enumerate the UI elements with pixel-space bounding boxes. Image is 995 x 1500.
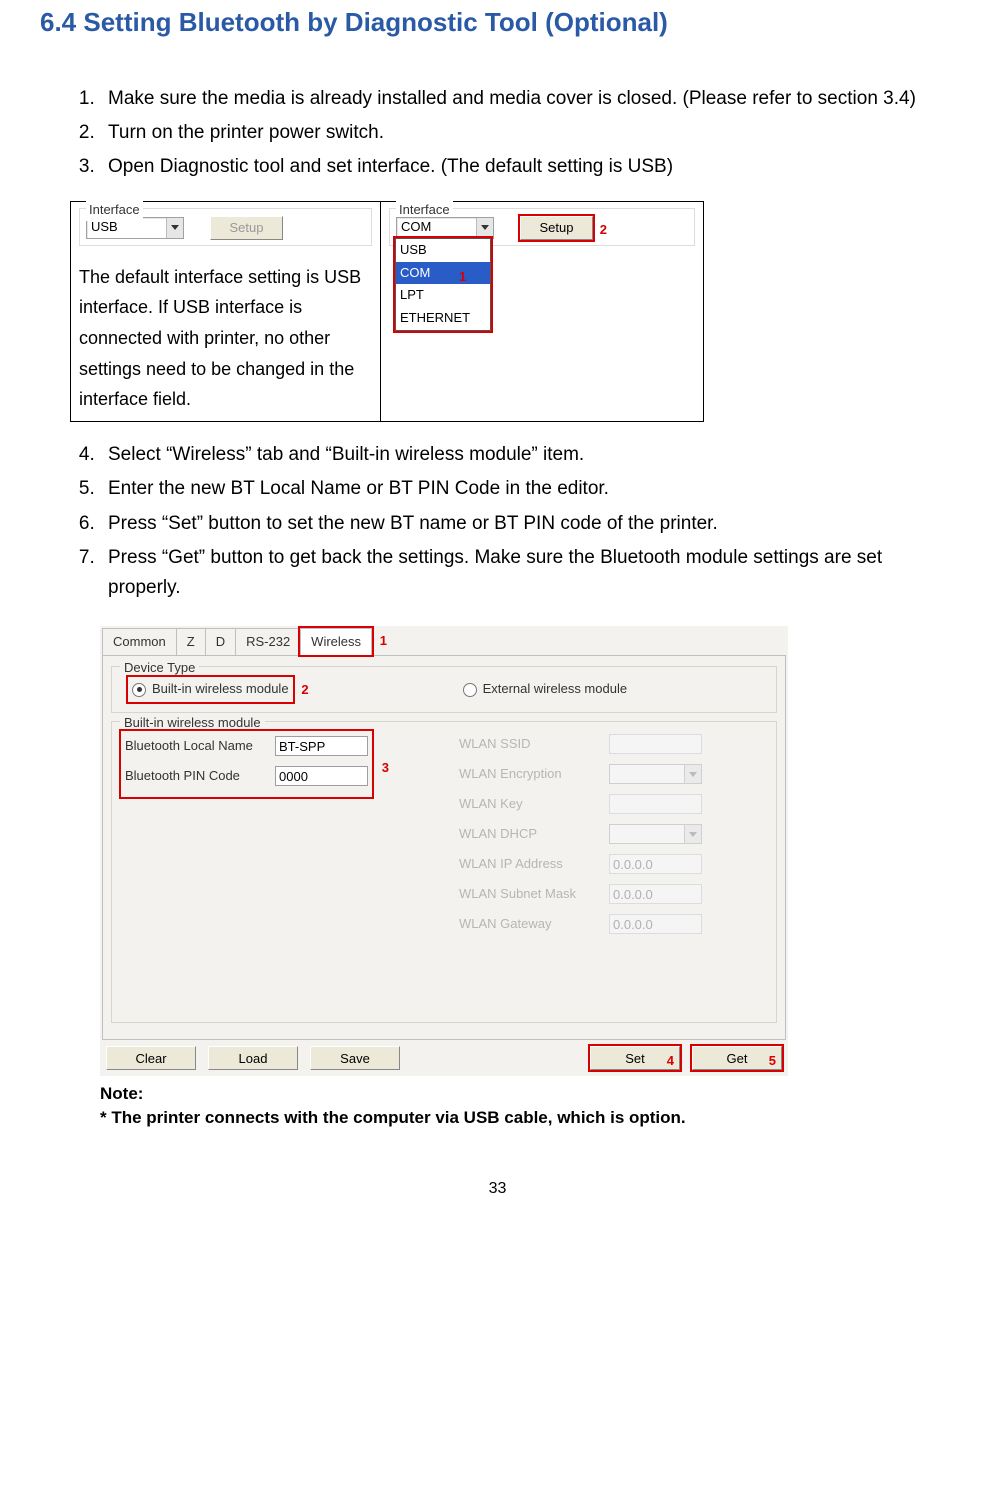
bt-pin-label: Bluetooth PIN Code [125, 766, 275, 787]
interface-com-panel: Interface COM Setup 2 USB COM LPT ETHERN… [381, 202, 703, 421]
chevron-down-icon[interactable] [476, 218, 493, 238]
wlan-gateway-input [609, 914, 702, 934]
setup-button-disabled: Setup [210, 216, 283, 240]
interface-option-com[interactable]: COM [396, 262, 490, 285]
device-type-group: Device Type Built-in wireless module 2 E… [111, 666, 777, 713]
callout-fig2-4: 4 [667, 1051, 674, 1072]
load-button[interactable]: Load [208, 1046, 298, 1070]
chevron-down-icon [684, 825, 701, 843]
chevron-down-icon[interactable] [166, 218, 183, 238]
page-number: 33 [40, 1176, 955, 1202]
callout-fig2-1: 1 [380, 631, 387, 652]
interface-combo-com[interactable]: COM [396, 217, 494, 239]
step-1: Make sure the media is already installed… [100, 84, 955, 114]
wlan-key-label: WLAN Key [459, 794, 609, 815]
wlan-subnet-input [609, 884, 702, 904]
tab-d[interactable]: D [205, 628, 236, 656]
callout-fig2-5: 5 [769, 1051, 776, 1072]
tab-rs232[interactable]: RS-232 [235, 628, 301, 656]
tab-wireless-body: Device Type Built-in wireless module 2 E… [102, 655, 786, 1040]
wlan-ip-label: WLAN IP Address [459, 854, 609, 875]
interface-usb-panel: Interface USB Setup The default interfac… [71, 202, 381, 421]
note-title: Note: [100, 1082, 955, 1106]
wlan-dhcp-label: WLAN DHCP [459, 824, 609, 845]
radio-external[interactable]: External wireless module [463, 677, 628, 702]
radio-builtin-label: Built-in wireless module [152, 679, 289, 700]
tab-wireless[interactable]: Wireless [300, 628, 372, 656]
bt-pin-input[interactable] [275, 766, 368, 786]
wlan-dhcp-combo [609, 824, 702, 844]
step-6: Press “Set” button to set the new BT nam… [100, 509, 955, 539]
interface-option-ethernet[interactable]: ETHERNET [396, 307, 490, 330]
bottom-button-bar: Clear Load Save Set 4 Get 5 [100, 1042, 788, 1076]
step-3: Open Diagnostic tool and set interface. … [100, 152, 955, 182]
step-5: Enter the new BT Local Name or BT PIN Co… [100, 474, 955, 504]
wlan-gateway-label: WLAN Gateway [459, 914, 609, 935]
setup-button[interactable]: Setup [520, 216, 593, 240]
wlan-encryption-label: WLAN Encryption [459, 764, 609, 785]
step-4: Select “Wireless” tab and “Built-in wire… [100, 440, 955, 470]
interface-legend-left: Interface [86, 200, 143, 221]
interface-dropdown[interactable]: USB COM LPT ETHERNET [395, 238, 491, 331]
wlan-ssid-input [609, 734, 702, 754]
wlan-key-input [609, 794, 702, 814]
clear-button[interactable]: Clear [106, 1046, 196, 1070]
wlan-encryption-combo [609, 764, 702, 784]
wlan-subnet-label: WLAN Subnet Mask [459, 884, 609, 905]
radio-builtin[interactable]: Built-in wireless module [128, 677, 293, 702]
step-7: Press “Get” button to get back the setti… [100, 543, 955, 604]
device-type-title: Device Type [120, 658, 199, 679]
callout-2: 2 [600, 220, 607, 241]
builtin-wireless-group: Built-in wireless module Bluetooth Local… [111, 721, 777, 1023]
tab-common[interactable]: Common [102, 628, 177, 656]
callout-1: 1 [459, 267, 466, 288]
step-2: Turn on the printer power switch. [100, 118, 955, 148]
bt-name-label: Bluetooth Local Name [125, 736, 275, 757]
interface-combo-com-value: COM [397, 217, 476, 238]
radio-icon [132, 683, 146, 697]
interface-option-lpt[interactable]: LPT [396, 284, 490, 307]
bt-name-input[interactable] [275, 736, 368, 756]
instruction-list: Make sure the media is already installed… [40, 84, 955, 183]
wlan-column: WLAN SSID WLAN Encryption WLAN Key WLAN … [459, 732, 766, 942]
interface-option-usb[interactable]: USB [396, 239, 490, 262]
bluetooth-column: Bluetooth Local Name Bluetooth PIN Code … [122, 732, 429, 942]
radio-icon [463, 683, 477, 697]
radio-external-label: External wireless module [483, 679, 628, 700]
note-body: * The printer connects with the computer… [100, 1106, 955, 1130]
note-block: Note: * The printer connects with the co… [100, 1082, 955, 1130]
diagnostic-tool-window: Common Z D RS-232 Wireless 1 Device Type… [100, 626, 788, 1077]
save-button[interactable]: Save [310, 1046, 400, 1070]
instruction-list-cont: Select “Wireless” tab and “Built-in wire… [40, 440, 955, 604]
tab-z[interactable]: Z [176, 628, 206, 656]
section-heading: 6.4 Setting Bluetooth by Diagnostic Tool… [40, 2, 955, 44]
tab-bar: Common Z D RS-232 Wireless 1 [100, 626, 788, 656]
callout-fig2-2: 2 [301, 680, 308, 701]
interface-usb-fieldset: Interface USB Setup [79, 208, 372, 246]
callout-fig2-3: 3 [382, 758, 389, 779]
wlan-ip-input [609, 854, 702, 874]
chevron-down-icon [684, 765, 701, 783]
figure-interface-panels: Interface USB Setup The default interfac… [70, 201, 704, 422]
interface-usb-note: The default interface setting is USB int… [79, 262, 372, 415]
builtin-wireless-title: Built-in wireless module [120, 713, 265, 734]
wlan-ssid-label: WLAN SSID [459, 734, 609, 755]
